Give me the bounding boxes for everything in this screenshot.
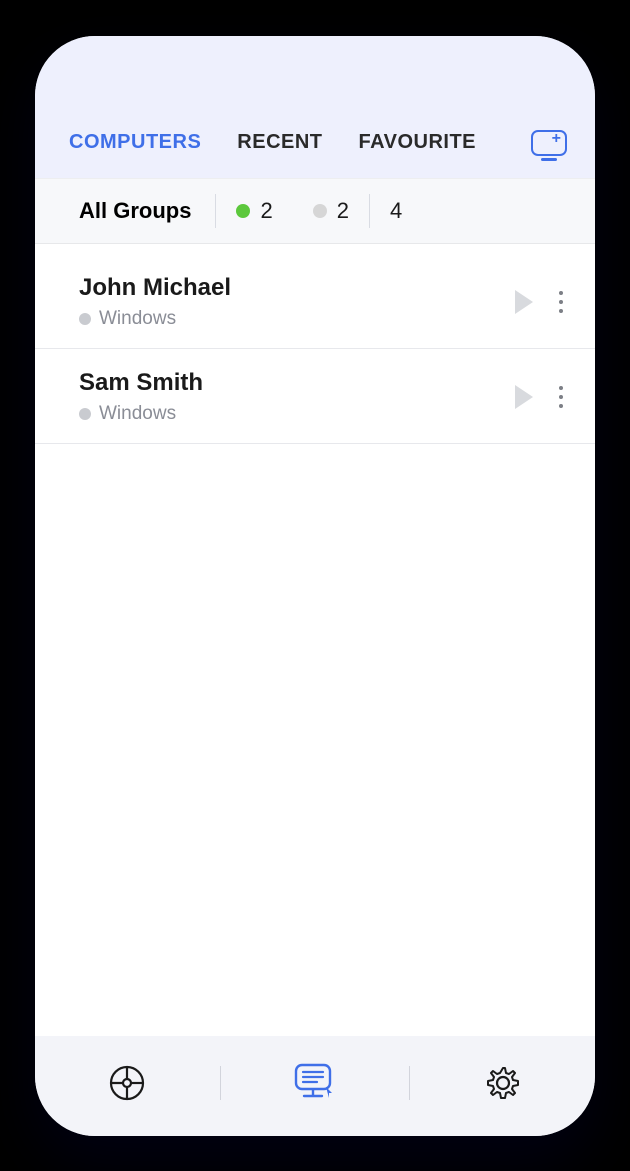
tab-computers[interactable]: COMPUTERS (69, 131, 201, 154)
connect-button[interactable] (515, 385, 533, 409)
computer-os: Windows (79, 403, 515, 425)
computer-row[interactable]: Sam Smith Windows (35, 349, 595, 444)
app-screen: COMPUTERS RECENT FAVOURITE All Groups 2 … (35, 36, 595, 1136)
tab-recent[interactable]: RECENT (237, 131, 322, 154)
total-count-value: 4 (390, 198, 402, 224)
gear-icon (484, 1064, 522, 1102)
offline-count[interactable]: 2 (293, 198, 369, 224)
more-options-button[interactable] (555, 285, 567, 319)
status-dot-icon (79, 408, 91, 420)
tab-favourite[interactable]: FAVOURITE (359, 131, 476, 154)
computer-name: Sam Smith (79, 369, 515, 397)
computer-row[interactable]: John Michael Windows (35, 254, 595, 349)
total-count[interactable]: 4 (370, 198, 422, 224)
status-dot-icon (79, 313, 91, 325)
computer-os: Windows (79, 308, 515, 330)
offline-count-value: 2 (337, 198, 349, 224)
nav-remote-button[interactable] (97, 1053, 157, 1113)
nav-settings-button[interactable] (473, 1053, 533, 1113)
tabs-row: COMPUTERS RECENT FAVOURITE (35, 106, 595, 178)
computer-info: John Michael Windows (79, 274, 515, 330)
os-label: Windows (99, 403, 176, 425)
online-status-icon (236, 204, 250, 218)
crosshair-icon (108, 1064, 146, 1102)
monitor-list-icon (292, 1062, 338, 1104)
divider (409, 1066, 410, 1100)
header: COMPUTERS RECENT FAVOURITE (35, 36, 595, 178)
computer-info: Sam Smith Windows (79, 369, 515, 425)
connect-button[interactable] (515, 290, 533, 314)
bottom-nav (35, 1036, 595, 1136)
offline-status-icon (313, 204, 327, 218)
os-label: Windows (99, 308, 176, 330)
nav-computers-button[interactable] (285, 1053, 345, 1113)
divider (220, 1066, 221, 1100)
online-count[interactable]: 2 (216, 198, 292, 224)
add-device-button[interactable] (531, 130, 567, 156)
computer-name: John Michael (79, 274, 515, 302)
group-selector[interactable]: All Groups (79, 198, 215, 224)
computer-list: John Michael Windows Sam Smith Windows (35, 244, 595, 1036)
more-options-button[interactable] (555, 380, 567, 414)
online-count-value: 2 (260, 198, 272, 224)
tabs: COMPUTERS RECENT FAVOURITE (69, 131, 525, 154)
filter-bar: All Groups 2 2 4 (35, 178, 595, 244)
